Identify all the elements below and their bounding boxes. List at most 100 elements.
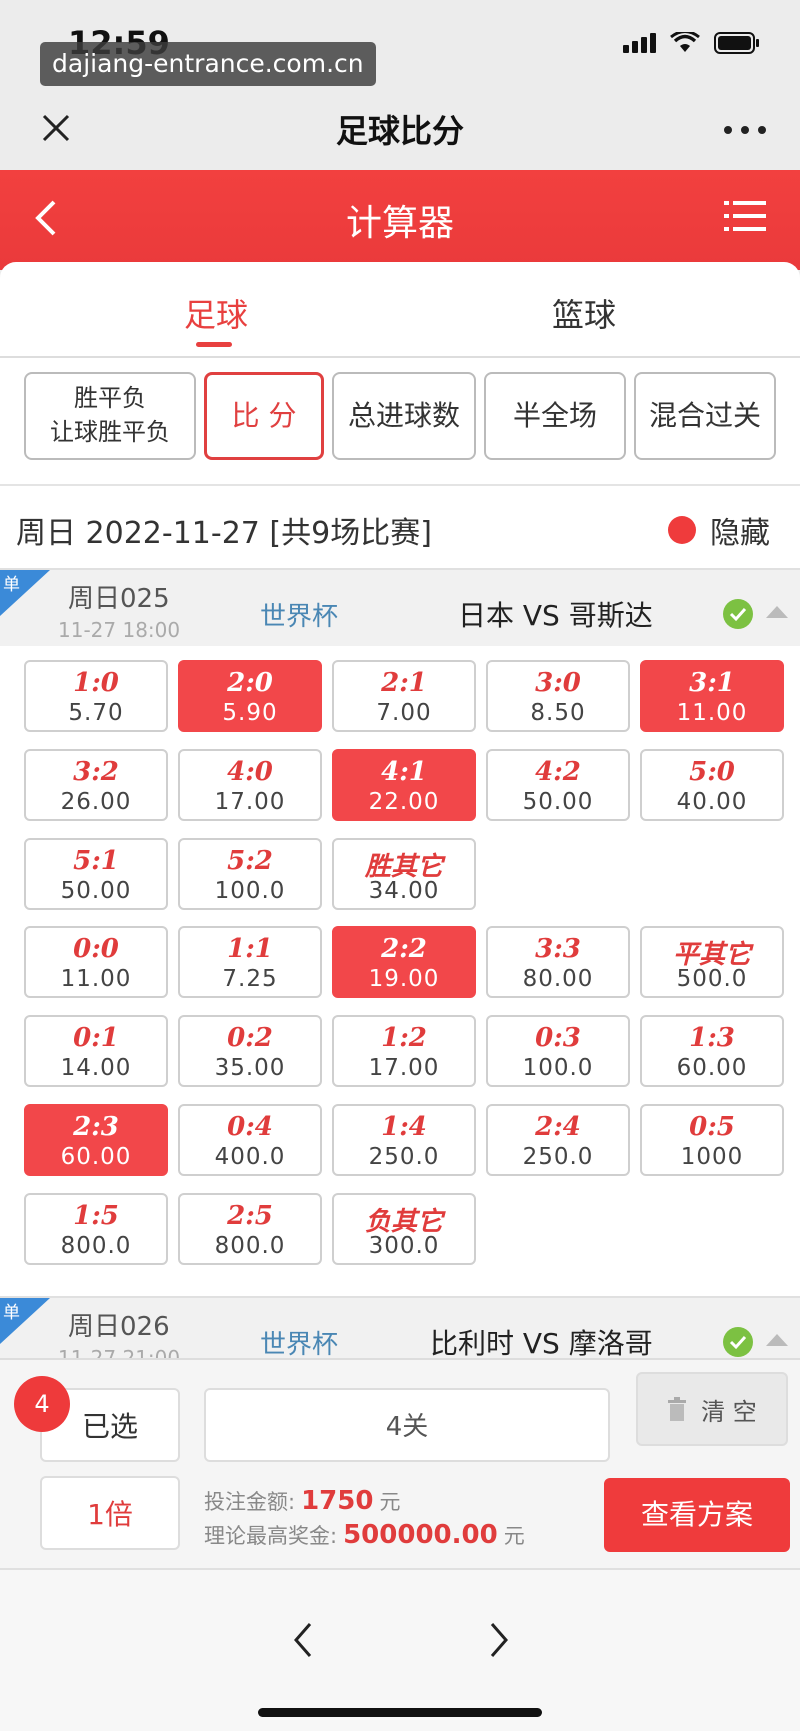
status-icons [623, 32, 760, 54]
score-label: 3:2 [73, 757, 119, 787]
play-type-win-draw-lose[interactable]: 胜平负 让球胜平负 [24, 372, 196, 460]
bet-panel: 4 已选 4关 清 空 1倍 投注金额: 1750 元 理论最高奖金: 500000.… [0, 1358, 800, 1568]
score-label: 3:0 [535, 668, 581, 698]
odds-value: 500.0 [676, 966, 748, 992]
score-label: 2:0 [227, 668, 273, 698]
score-odds-cell[interactable]: 0:5 1000 [640, 1104, 784, 1176]
score-odds-cell[interactable]: 0:1 14.00 [24, 1015, 168, 1087]
score-odds-cell[interactable]: 1:1 7.25 [178, 926, 322, 998]
score-odds-cell[interactable]: 1:3 60.00 [640, 1015, 784, 1087]
trash-icon [668, 1397, 687, 1421]
match-number: 周日025 [68, 584, 170, 614]
odds-value: 22.00 [368, 789, 440, 815]
score-odds-cell[interactable]: 1:5 800.0 [24, 1193, 168, 1265]
score-odds-cell[interactable]: 4:1 22.00 [332, 749, 476, 821]
play-type-total-goals[interactable]: 总进球数 [332, 372, 476, 460]
score-odds-cell[interactable]: 3:0 8.50 [486, 660, 630, 732]
match-teams: 比利时 VS 摩洛哥 [430, 1327, 653, 1358]
wechat-title-bar: 足球比分 [0, 90, 800, 170]
svg-text:单: 单 [3, 575, 20, 595]
score-odds-cell[interactable]: 负其它 300.0 [332, 1193, 476, 1265]
match-number: 周日026 [68, 1312, 170, 1342]
score-label: 0:5 [689, 1112, 735, 1142]
odds-grid: 1:0 5.70 2:0 5.90 2:1 7.00 3:0 8.50 3:1 11.00 3:2 2… [0, 660, 800, 1280]
score-odds-cell[interactable]: 2:2 19.00 [332, 926, 476, 998]
score-odds-cell[interactable]: 2:3 60.00 [24, 1104, 168, 1176]
hide-toggle-icon[interactable] [668, 516, 696, 544]
pass-type-selector[interactable]: 4关 [204, 1388, 610, 1462]
match-header[interactable]: 单 周日025 11-27 18:00 世界杯 日本 VS 哥斯达 [0, 568, 800, 646]
hide-toggle[interactable]: 隐藏 [710, 508, 770, 552]
score-odds-cell[interactable]: 胜其它 34.00 [332, 838, 476, 910]
odds-value: 100.0 [214, 878, 286, 904]
play-type-label: 半全场 [512, 399, 597, 433]
score-label: 1:0 [73, 668, 119, 698]
score-odds-cell[interactable]: 2:0 5.90 [178, 660, 322, 732]
score-odds-cell[interactable]: 0:2 35.00 [178, 1015, 322, 1087]
odds-value: 14.00 [60, 1055, 132, 1081]
tab-indicator [196, 342, 232, 347]
odds-value: 11.00 [60, 966, 132, 992]
match-league: 世界杯 [260, 1330, 339, 1358]
play-type-mixed[interactable]: 混合过关 [634, 372, 776, 460]
score-odds-cell[interactable]: 3:3 80.00 [486, 926, 630, 998]
home-indicator [258, 1708, 542, 1717]
score-odds-cell[interactable]: 1:2 17.00 [332, 1015, 476, 1087]
tab-basketball[interactable]: 篮球 [552, 290, 616, 336]
score-odds-cell[interactable]: 5:2 100.0 [178, 838, 322, 910]
score-odds-cell[interactable]: 5:0 40.00 [640, 749, 784, 821]
odds-value: 60.00 [60, 1144, 132, 1170]
score-odds-cell[interactable]: 4:0 17.00 [178, 749, 322, 821]
odds-value: 80.00 [522, 966, 594, 992]
score-odds-cell[interactable]: 2:4 250.0 [486, 1104, 630, 1176]
currency-unit: 元 [379, 1490, 401, 1514]
check-icon[interactable] [722, 1326, 754, 1358]
app-header: 计算器 [0, 170, 800, 270]
match-time: 11-27 18:00 [58, 618, 181, 642]
odds-value: 34.00 [368, 878, 440, 904]
score-label: 0:0 [73, 934, 119, 964]
list-menu-icon[interactable] [724, 198, 766, 234]
odds-value: 7.00 [376, 700, 432, 726]
signal-icon [623, 33, 656, 53]
score-odds-cell[interactable]: 4:2 50.00 [486, 749, 630, 821]
view-scheme-button[interactable]: 查看方案 [604, 1478, 790, 1552]
match-header[interactable]: 单 周日026 11-27 21:00 世界杯 比利时 VS 摩洛哥 [0, 1296, 800, 1358]
date-bar: 周日 2022-11-27 [共9场比赛] 隐藏 [0, 484, 800, 568]
play-type-half-full[interactable]: 半全场 [484, 372, 626, 460]
collapse-caret-icon[interactable] [766, 1334, 788, 1346]
content-card: 足球 篮球 胜平负 让球胜平负 比 分 总进球数 半全场 混合过关 周日 202… [0, 262, 800, 1358]
score-label: 0:3 [535, 1023, 581, 1053]
score-odds-cell[interactable]: 1:4 250.0 [332, 1104, 476, 1176]
forward-arrow-icon[interactable] [484, 1618, 514, 1662]
odds-value: 26.00 [60, 789, 132, 815]
score-odds-cell[interactable]: 3:1 11.00 [640, 660, 784, 732]
collapse-caret-icon[interactable] [766, 606, 788, 618]
score-odds-cell[interactable]: 5:1 50.00 [24, 838, 168, 910]
max-prize-label: 理论最高奖金: [204, 1524, 338, 1548]
score-odds-cell[interactable]: 3:2 26.00 [24, 749, 168, 821]
score-odds-cell[interactable]: 0:3 100.0 [486, 1015, 630, 1087]
score-label: 3:1 [689, 668, 735, 698]
play-type-score[interactable]: 比 分 [204, 372, 324, 460]
multiplier-input[interactable]: 1倍 [40, 1476, 180, 1550]
score-odds-cell[interactable]: 2:5 800.0 [178, 1193, 322, 1265]
play-type-label: 让球胜平负 [50, 418, 170, 446]
bet-amount-row: 投注金额: 1750 元 [204, 1486, 400, 1516]
back-arrow-icon[interactable] [288, 1618, 318, 1662]
odds-value: 300.0 [368, 1233, 440, 1259]
clear-button[interactable]: 清 空 [636, 1372, 788, 1446]
score-odds-cell[interactable]: 1:0 5.70 [24, 660, 168, 732]
more-icon[interactable] [724, 126, 766, 134]
score-label: 5:2 [227, 846, 273, 876]
page-title: 足球比分 [335, 112, 464, 150]
score-label: 胜其它 [364, 852, 443, 882]
tab-football[interactable]: 足球 [184, 290, 248, 336]
score-odds-cell[interactable]: 平其它 500.0 [640, 926, 784, 998]
odds-value: 11.00 [676, 700, 748, 726]
odds-value: 50.00 [522, 789, 594, 815]
score-odds-cell[interactable]: 0:4 400.0 [178, 1104, 322, 1176]
check-icon[interactable] [722, 598, 754, 630]
score-odds-cell[interactable]: 2:1 7.00 [332, 660, 476, 732]
score-odds-cell[interactable]: 0:0 11.00 [24, 926, 168, 998]
